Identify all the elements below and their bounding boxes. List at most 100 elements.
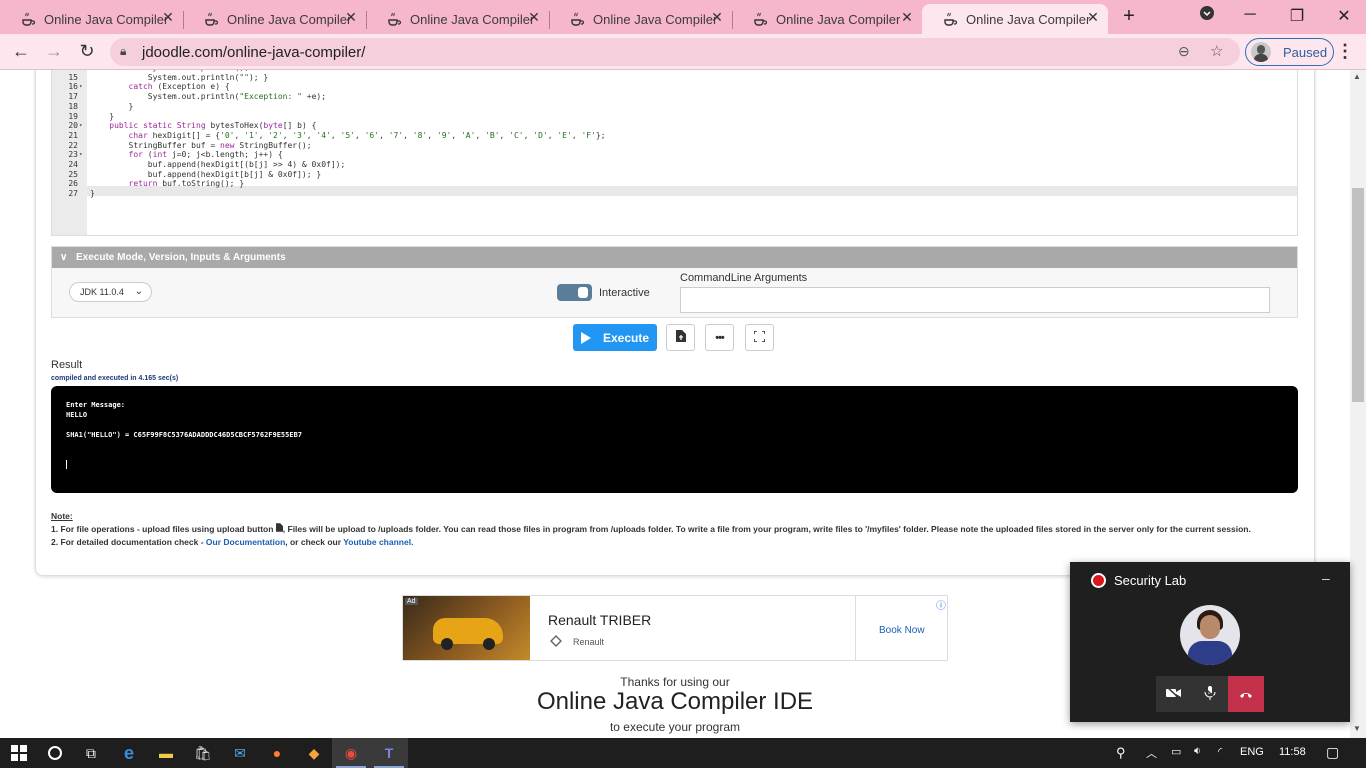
- line-number: 27: [68, 189, 78, 199]
- execute-options-panel: ∨ Execute Mode, Version, Inputs & Argume…: [51, 246, 1298, 318]
- browser-tab-active[interactable]: Online Java Compiler ✕: [922, 4, 1108, 34]
- ad-title: Renault TRIBER: [548, 612, 652, 628]
- note-line-2: 2. For detailed documentation check - Ou…: [51, 537, 414, 547]
- documentation-link[interactable]: Our Documentation: [206, 537, 285, 547]
- profile-status: Paused: [1283, 44, 1328, 60]
- people-icon[interactable]: ⚲: [1116, 745, 1126, 761]
- code-line: return buf.toString(); }: [128, 179, 245, 189]
- ad-brand: Renault: [573, 637, 605, 647]
- ad-banner[interactable]: Ad Renault TRIBER Renault Book Now ⓘ: [402, 595, 948, 661]
- store-icon[interactable]: 🛍︎: [184, 738, 222, 768]
- cmd-args-input[interactable]: [680, 287, 1270, 313]
- execute-button[interactable]: Execute: [573, 324, 657, 351]
- browser-tab[interactable]: Online Java Compiler ✕: [732, 4, 922, 34]
- result-label: Result: [51, 359, 83, 371]
- profile-avatar: [1251, 42, 1271, 62]
- bookmark-star-icon[interactable]: ☆: [1210, 42, 1223, 60]
- brave-icon[interactable]: ◆: [295, 738, 333, 768]
- line-number: 19: [68, 111, 78, 121]
- back-arrow-icon[interactable]: ←: [10, 42, 32, 60]
- restore-icon[interactable]: ❐: [1285, 6, 1309, 26]
- tab-close-icon[interactable]: ✕: [525, 9, 543, 26]
- scrollbar-thumb[interactable]: [1352, 188, 1364, 402]
- meeting-window[interactable]: Security Lab –: [1070, 562, 1350, 722]
- tab-close-icon[interactable]: ✕: [342, 9, 360, 26]
- browser-tab[interactable]: Online Java Compiler ✕: [366, 4, 550, 34]
- ad-info-icon[interactable]: ⓘ: [936, 597, 946, 612]
- tab-close-icon[interactable]: ✕: [1084, 9, 1102, 26]
- file-explorer-icon[interactable]: ▬: [147, 738, 185, 768]
- menu-kebab-icon[interactable]: ⋮: [1334, 42, 1356, 60]
- tab-search-chevron-icon[interactable]: [1195, 6, 1219, 25]
- line-number: 22: [68, 140, 78, 150]
- address-bar[interactable]: 🔒︎ jdoodle.com/online-java-compiler/ ⊖ ☆: [110, 38, 1240, 66]
- mic-off-icon: [1203, 685, 1217, 703]
- new-tab-plus-icon[interactable]: +: [1117, 5, 1141, 28]
- battery-icon[interactable]: ▭: [1171, 745, 1181, 758]
- tab-close-icon[interactable]: ✕: [898, 9, 916, 26]
- minimize-icon[interactable]: ─: [1238, 6, 1262, 24]
- fold-arrow-icon[interactable]: ▾: [79, 151, 83, 158]
- mail-icon[interactable]: ✉: [221, 738, 259, 768]
- camera-off-button[interactable]: [1156, 676, 1192, 712]
- forward-arrow-icon[interactable]: →: [43, 42, 65, 60]
- browser-tab[interactable]: Online Java Compiler ✕: [549, 4, 733, 34]
- reload-icon[interactable]: ↻: [76, 42, 98, 60]
- minimize-icon[interactable]: –: [1322, 570, 1330, 586]
- close-window-icon[interactable]: ✕: [1332, 6, 1356, 26]
- hang-up-icon: [1239, 687, 1253, 702]
- clock-time[interactable]: 11:58: [1279, 746, 1306, 758]
- tab-close-icon[interactable]: ✕: [708, 9, 726, 26]
- browser-tab[interactable]: Online Java Compiler ✕: [183, 4, 367, 34]
- jdk-version-select[interactable]: JDK 11.0.4 ⌄: [69, 282, 152, 302]
- terminal-caret: [66, 460, 67, 469]
- hang-up-button[interactable]: [1228, 676, 1264, 712]
- windows-taskbar: ⧉ e ▬ 🛍︎ ✉ ● ◆ ◉ T ⚲ ︿ ▭ 🔉︎ ◜ ENG 11:58 …: [0, 738, 1366, 768]
- scroll-up-icon[interactable]: ▲: [1353, 72, 1361, 81]
- chevron-down-icon: ∨: [60, 252, 68, 263]
- notifications-icon[interactable]: ▢: [1326, 744, 1339, 761]
- zoom-icon[interactable]: ⊖: [1178, 43, 1190, 60]
- code-line: catch (Exception e) {: [128, 82, 230, 92]
- output-terminal[interactable]: Enter Message: HELLO SHA1("HELLO") = C65…: [51, 386, 1298, 493]
- fold-arrow-icon[interactable]: ▾: [79, 122, 83, 129]
- compile-status: compiled and executed in 4.165 sec(s): [51, 375, 179, 382]
- chrome-icon[interactable]: ◉: [332, 738, 370, 768]
- language-indicator[interactable]: ENG: [1240, 746, 1264, 758]
- upload-file-button[interactable]: [666, 324, 695, 351]
- tab-close-icon[interactable]: ✕: [159, 9, 177, 26]
- interactive-toggle[interactable]: [557, 284, 592, 301]
- volume-icon[interactable]: 🔉︎: [1194, 745, 1201, 758]
- fold-arrow-icon[interactable]: ▾: [79, 83, 83, 90]
- code-line: public static String bytesToHex(byte[] b…: [109, 121, 317, 131]
- tab-title: Online Java Compiler: [966, 11, 1091, 27]
- code-line: }: [90, 101, 134, 111]
- windows-start-icon[interactable]: [0, 738, 38, 768]
- jdk-version-value: JDK 11.0.4: [80, 287, 124, 297]
- code-editor[interactable]: 141516▾17181920▾212223▾24252627 System.o…: [51, 70, 1298, 236]
- firefox-icon[interactable]: ●: [258, 738, 296, 768]
- line-number: 23: [68, 150, 78, 160]
- page-scrollbar[interactable]: ▲ ▼: [1350, 70, 1366, 738]
- edge-icon[interactable]: e: [110, 738, 148, 768]
- more-options-button[interactable]: •••: [705, 324, 734, 351]
- search-circle-icon[interactable]: [36, 738, 74, 768]
- browser-tab[interactable]: Online Java Compiler ✕: [0, 4, 184, 34]
- task-view-icon[interactable]: ⧉: [72, 738, 110, 768]
- mic-off-button[interactable]: [1192, 676, 1228, 712]
- file-upload-icon: [275, 523, 283, 534]
- java-cup-icon: [752, 11, 768, 27]
- fullscreen-button[interactable]: [745, 324, 774, 351]
- line-number: 20: [68, 121, 78, 131]
- code-line: StringBuffer buf = new StringBuffer();: [90, 140, 312, 150]
- cmd-args-label: CommandLine Arguments: [680, 272, 808, 284]
- youtube-link[interactable]: Youtube channel.: [343, 537, 413, 547]
- chevron-up-icon[interactable]: ︿: [1146, 745, 1157, 761]
- wifi-icon[interactable]: ◜: [1218, 745, 1222, 758]
- execute-options-header[interactable]: ∨ Execute Mode, Version, Inputs & Argume…: [52, 247, 1297, 268]
- scroll-down-icon[interactable]: ▼: [1353, 724, 1361, 733]
- line-number: 25: [68, 169, 78, 179]
- teams-icon[interactable]: T: [370, 738, 408, 768]
- ad-book-now-button[interactable]: Book Now: [879, 625, 925, 636]
- profile-button[interactable]: Paused: [1245, 38, 1334, 66]
